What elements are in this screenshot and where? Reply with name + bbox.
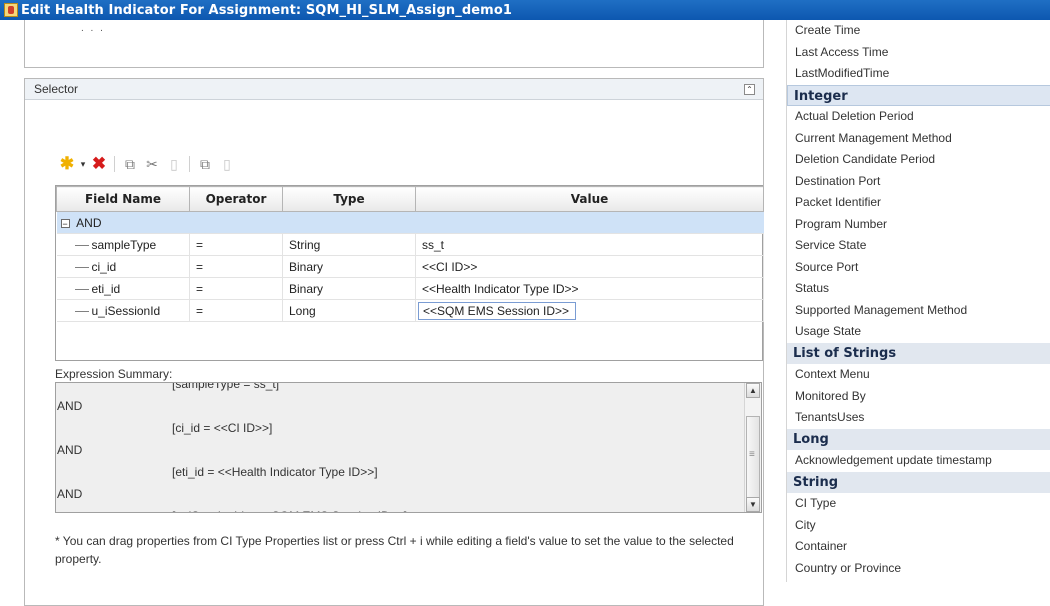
toolbar-separator (189, 156, 190, 172)
property-list-item[interactable]: Usage State (787, 321, 1050, 343)
value-cell[interactable]: <<Health Indicator Type ID>> (415, 277, 764, 300)
property-list-item[interactable]: Container (787, 536, 1050, 558)
expression-summary-lines: [sampleType = ss_t] AND [ci_id = <<CI ID>>… (56, 382, 746, 512)
property-list-item[interactable]: Country or Province (787, 558, 1050, 580)
expression-and-operator: AND (57, 487, 83, 501)
field-name-cell: eti_id (91, 281, 121, 296)
expression-summary-label: Expression Summary: (55, 367, 173, 381)
table-row[interactable]: eti_id = Binary <<Health Indicator Type … (56, 277, 764, 300)
selector-toolbar: ✱ ▾ ✖ ⧉ ✂ ▯ ⧉ ▯ (56, 153, 238, 175)
property-list-item[interactable]: TenantsUses (787, 407, 1050, 429)
type-cell[interactable]: Binary (282, 255, 416, 278)
column-header-value[interactable]: Value (415, 186, 764, 212)
property-list-item[interactable]: Status (787, 278, 1050, 300)
window-title: Edit Health Indicator For Assignment: SQ… (21, 2, 512, 18)
cut-icon[interactable]: ✂ (141, 154, 163, 174)
value-cell[interactable]: ss_t (415, 233, 764, 256)
table-row[interactable]: u_iSessionId = Long <<SQM EMS Session ID… (56, 299, 764, 322)
help-text: * You can drag properties from CI Type P… (55, 534, 734, 566)
property-list-item[interactable]: Deletion Candidate Period (787, 149, 1050, 171)
type-cell[interactable]: String (282, 233, 416, 256)
java-app-icon (4, 3, 18, 17)
type-cell[interactable]: Binary (282, 277, 416, 300)
property-list-item[interactable]: Source Port (787, 257, 1050, 279)
operator-cell[interactable]: = (189, 299, 283, 322)
property-list-item[interactable]: CI Type (787, 493, 1050, 515)
column-header-type[interactable]: Type (282, 186, 416, 212)
field-name-cell: sampleType (91, 237, 157, 252)
value-editor-input[interactable]: <<SQM EMS Session ID>> (418, 301, 577, 320)
operator-cell[interactable]: = (189, 277, 283, 300)
collapse-tree-icon[interactable]: − (60, 218, 70, 228)
table-row[interactable]: ci_id = Binary <<CI ID>> (56, 255, 764, 278)
field-name-cell: u_iSessionId (91, 303, 161, 318)
dropdown-arrow-icon[interactable]: ▾ (78, 154, 88, 174)
value-cell[interactable]: <<CI ID>> (415, 255, 764, 278)
property-list-item[interactable]: Supported Management Method (787, 300, 1050, 322)
selector-header[interactable]: Selector ⌃ (25, 79, 763, 100)
new-icon[interactable]: ✱ (56, 154, 78, 174)
scrollbar-thumb[interactable] (746, 416, 760, 502)
window-title-bar: Edit Health Indicator For Assignment: SQ… (0, 0, 1050, 20)
table-row[interactable]: sampleType = String ss_t (56, 233, 764, 256)
tree-branch-line (74, 266, 89, 268)
previous-section-text: . . . (81, 23, 105, 34)
expression-and-operator: AND (57, 399, 83, 413)
property-list-item[interactable]: LastModifiedTime (787, 63, 1050, 85)
operator-cell[interactable]: = (189, 233, 283, 256)
property-category-header[interactable]: Long (787, 428, 1050, 450)
save-icon[interactable]: ▯ (216, 154, 238, 174)
value-cell-editing[interactable]: <<SQM EMS Session ID>> (415, 299, 764, 322)
and-group-row[interactable]: − AND (56, 211, 764, 234)
expression-condition: [u_iSessionId = <<SQM EMS Session ID>>] (56, 505, 746, 512)
field-name-cell: ci_id (91, 259, 117, 274)
scroll-up-icon[interactable]: ▲ (746, 383, 760, 398)
property-list-item[interactable]: Last Access Time (787, 42, 1050, 64)
scroll-down-icon[interactable]: ▼ (746, 497, 760, 512)
expression-summary-box: [sampleType = ss_t] AND [ci_id = <<CI ID>>… (55, 382, 762, 513)
ci-type-properties-panel: Create Time Last Access Time LastModifiedT… (786, 20, 1050, 582)
property-list-item[interactable]: Create Time (787, 20, 1050, 42)
and-group-label: AND (76, 215, 102, 230)
tree-branch-line (74, 288, 89, 290)
property-list-item[interactable]: City (787, 515, 1050, 537)
property-list-item[interactable]: Current Management Method (787, 128, 1050, 150)
property-list-item[interactable]: Service State (787, 235, 1050, 257)
tree-branch-line (74, 310, 89, 312)
property-list-item[interactable]: Packet Identifier (787, 192, 1050, 214)
property-list-item[interactable]: Program Number (787, 214, 1050, 236)
property-category-header[interactable]: String (787, 471, 1050, 493)
selector-title: Selector (34, 82, 79, 96)
property-category-header[interactable]: List of Strings (787, 342, 1050, 364)
copy-icon[interactable]: ⧉ (119, 154, 141, 174)
condition-grid: Field Name Operator Type Value − AND sam… (55, 185, 764, 361)
property-list-item[interactable]: Context Menu (787, 364, 1050, 386)
previous-section-panel: . . . (24, 20, 764, 68)
column-header-field-name[interactable]: Field Name (56, 186, 190, 212)
collapse-icon[interactable]: ⌃ (744, 83, 755, 95)
property-category-header[interactable]: Integer (787, 84, 1050, 106)
column-header-operator[interactable]: Operator (189, 186, 283, 212)
operator-cell[interactable]: = (189, 255, 283, 278)
expression-condition: [sampleType = ss_t] (172, 382, 280, 391)
vertical-scrollbar[interactable]: ▲ ▼ (744, 383, 761, 512)
property-list-item[interactable]: Actual Deletion Period (787, 106, 1050, 128)
property-list-item[interactable]: Acknowledgement update timestamp (787, 450, 1050, 472)
type-cell[interactable]: Long (282, 299, 416, 322)
paste-icon[interactable]: ▯ (163, 154, 185, 174)
tree-branch-line (74, 244, 89, 246)
property-list-item[interactable]: Destination Port (787, 171, 1050, 193)
delete-icon[interactable]: ✖ (88, 154, 110, 174)
toolbar-separator (114, 156, 115, 172)
duplicate-icon[interactable]: ⧉ (194, 154, 216, 174)
expression-condition: [ci_id = <<CI ID>>] (172, 421, 273, 435)
editor-area: . . . Selector ⌃ ✱ ▾ ✖ ⧉ ✂ ▯ ⧉ ▯ Field N… (24, 20, 766, 606)
expression-condition: [eti_id = <<Health Indicator Type ID>>] (172, 465, 378, 479)
property-list-item[interactable]: Monitored By (787, 386, 1050, 408)
expression-and-operator: AND (57, 443, 83, 457)
